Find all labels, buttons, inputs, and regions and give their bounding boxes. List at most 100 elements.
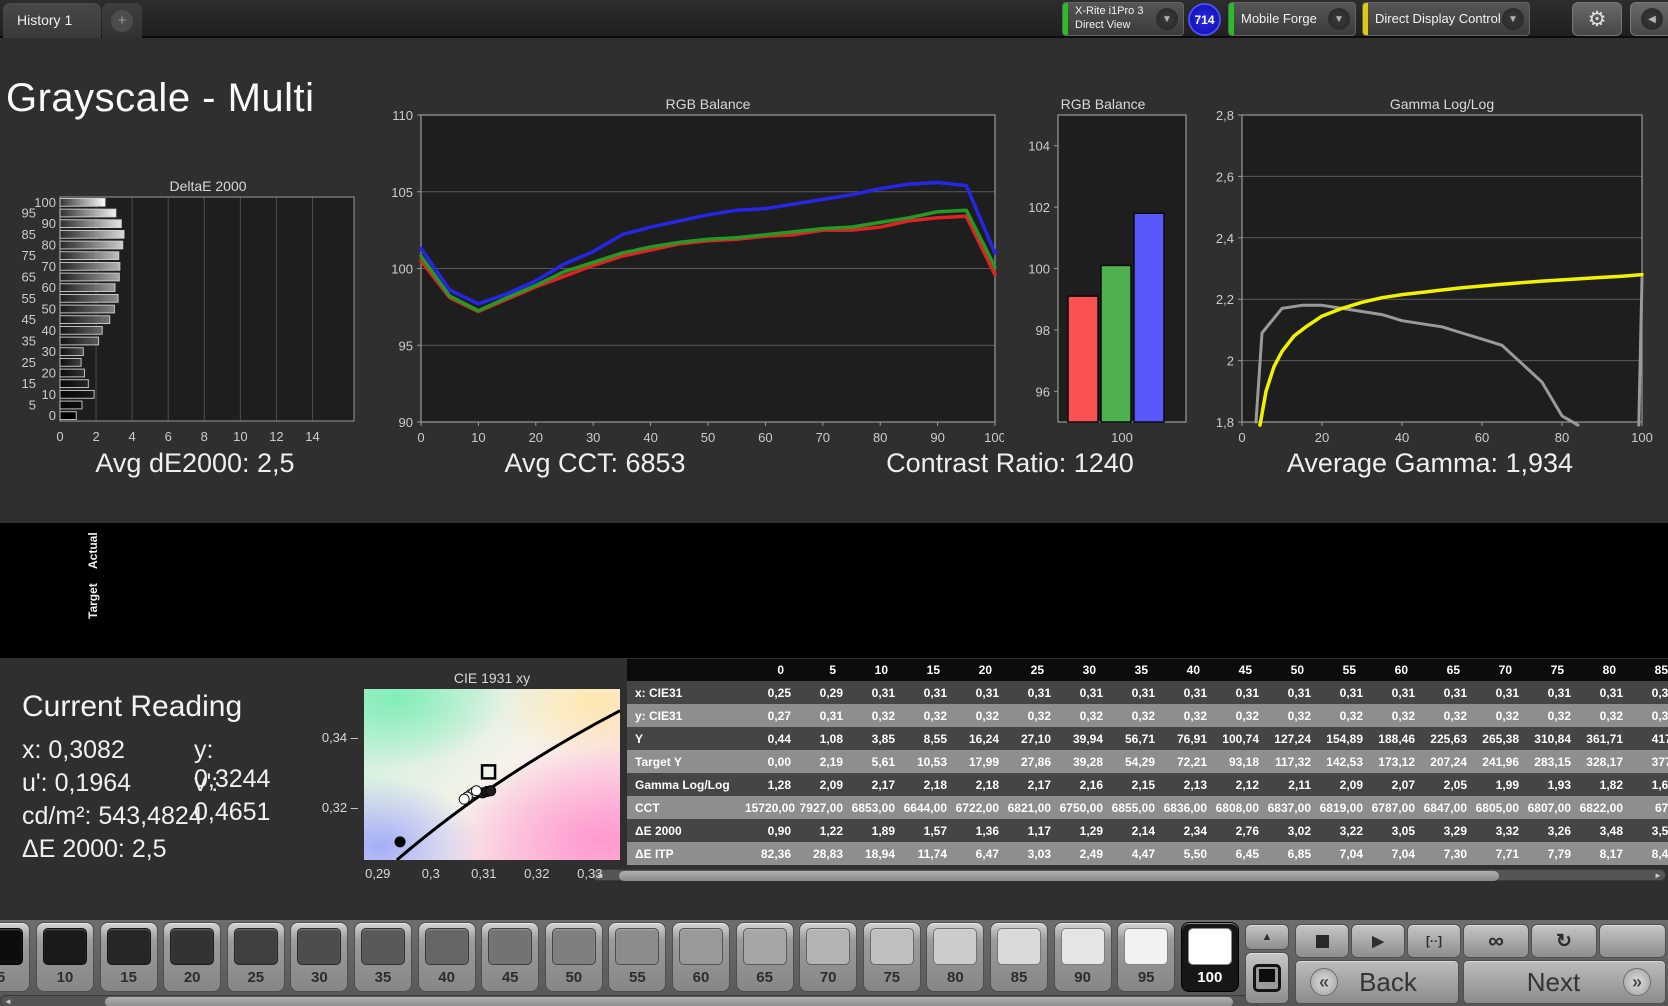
scroll-up-button[interactable]: ▲ bbox=[1245, 924, 1289, 950]
level-swatch bbox=[869, 928, 914, 965]
level-scrollbar[interactable]: ◄ ► bbox=[0, 995, 1260, 1006]
svg-text:80: 80 bbox=[1555, 430, 1569, 445]
table-cell: 6,85 bbox=[1287, 846, 1311, 861]
level-button-40[interactable]: 40 bbox=[417, 922, 476, 992]
level-swatch bbox=[43, 928, 87, 965]
table-cell: 6750,00 bbox=[1059, 800, 1103, 815]
page-title: Grayscale - Multi bbox=[6, 76, 315, 120]
level-button-75[interactable]: 75 bbox=[862, 922, 921, 992]
level-button-70[interactable]: 70 bbox=[799, 922, 858, 992]
level-button-95[interactable]: 95 bbox=[1117, 922, 1176, 992]
transport-refresh-button[interactable]: ↻ bbox=[1531, 924, 1597, 958]
level-button-80[interactable]: 80 bbox=[926, 922, 985, 992]
svg-text:100: 100 bbox=[391, 262, 413, 277]
table-row: ΔE 2000 0,90 1,22 1,89 1,57 1,36 1,17 1,29 2,14 2… bbox=[627, 819, 1668, 842]
reading-luminance: cd/m²: 543,4824 bbox=[22, 802, 203, 830]
scroll-right-icon[interactable]: ► bbox=[1651, 870, 1665, 882]
table-row: CCT 15720,00 7927,00 6853,00 6644,00 6722,00 6… bbox=[627, 796, 1668, 819]
svg-text:30: 30 bbox=[42, 344, 56, 359]
table-cell: 6821,00 bbox=[1007, 800, 1051, 815]
svg-text:100: 100 bbox=[1111, 430, 1133, 445]
transport-step-button[interactable]: [··] bbox=[1407, 924, 1461, 958]
transport-play-button[interactable]: ▶ bbox=[1351, 924, 1405, 958]
table-cell: 5,61 bbox=[871, 754, 895, 769]
level-button-25[interactable]: 25 bbox=[226, 922, 285, 992]
table-cell: 2,19 bbox=[819, 754, 843, 769]
back-button[interactable]: « Back bbox=[1295, 960, 1459, 1004]
table-cell: 0,31 bbox=[1131, 685, 1155, 700]
transport-blank-button[interactable] bbox=[1599, 924, 1666, 958]
table-cell: 8,17 bbox=[1599, 846, 1623, 861]
level-button-50[interactable]: 50 bbox=[544, 922, 603, 992]
table-cell: 1,36 bbox=[975, 823, 999, 838]
svg-text:8: 8 bbox=[201, 429, 208, 444]
pattern-window-button[interactable] bbox=[1245, 952, 1289, 1004]
level-button-55[interactable]: 55 bbox=[608, 922, 667, 992]
transport-stop-button[interactable] bbox=[1295, 924, 1349, 958]
level-button-35[interactable]: 35 bbox=[354, 922, 412, 992]
level-swatch bbox=[361, 928, 405, 965]
table-cell: 2,18 bbox=[975, 777, 999, 792]
avg-cct-stat: Avg CCT: 6853 bbox=[504, 448, 686, 478]
next-button-label: Next bbox=[1526, 966, 1581, 997]
level-button-label: 65 bbox=[756, 969, 773, 986]
level-button-60[interactable]: 60 bbox=[672, 922, 730, 992]
svg-text:90: 90 bbox=[399, 415, 413, 430]
current-reading-title: Current Reading bbox=[22, 690, 243, 723]
collapse-panel-button[interactable]: ◀ bbox=[1630, 2, 1668, 36]
reading-de2000: ΔE 2000: 2,5 bbox=[22, 835, 167, 863]
table-cell: 6644,00 bbox=[903, 800, 947, 815]
svg-text:2,2: 2,2 bbox=[1216, 292, 1234, 307]
next-button[interactable]: Next » bbox=[1463, 960, 1666, 1004]
svg-text:15: 15 bbox=[22, 376, 36, 391]
svg-text:80: 80 bbox=[873, 430, 887, 445]
level-button-10[interactable]: 10 bbox=[36, 922, 94, 992]
level-button-label: 75 bbox=[883, 969, 901, 986]
table-cell: 310,84 bbox=[1534, 731, 1571, 746]
table-cell: 93,18 bbox=[1228, 754, 1259, 769]
table-cell: 0,31 bbox=[923, 685, 947, 700]
table-cell: 2,16 bbox=[1079, 777, 1103, 792]
level-button-85[interactable]: 85 bbox=[990, 922, 1048, 992]
cie-x-tick: 0,32 bbox=[524, 866, 550, 881]
level-swatch bbox=[679, 928, 723, 965]
settings-button[interactable]: ⚙ bbox=[1572, 2, 1622, 36]
level-button-15[interactable]: 15 bbox=[99, 922, 158, 992]
chevron-down-icon: ▼ bbox=[1502, 8, 1524, 30]
rgb-balance-line-chart: 90 95 100 105 110 0 10 20 30 40 50 60 70 80 90 100 bbox=[391, 108, 1004, 445]
table-cell: 2,15 bbox=[1131, 777, 1155, 792]
table-cell: 0,31 bbox=[1391, 685, 1415, 700]
meter-dropdown[interactable]: X-Rite i1Pro 3 Direct View ▼ bbox=[1062, 2, 1184, 36]
level-button-5[interactable]: 5 bbox=[0, 922, 30, 992]
display-control-dropdown[interactable]: Direct Display Control ▼ bbox=[1362, 2, 1530, 36]
pattern-dropdown-label: Mobile Forge bbox=[1241, 10, 1317, 26]
add-tab-button[interactable]: + bbox=[102, 3, 142, 38]
level-button-20[interactable]: 20 bbox=[163, 922, 222, 992]
scroll-left-icon[interactable]: ◄ bbox=[1, 996, 15, 1006]
level-button-label: 15 bbox=[120, 969, 137, 986]
table-cell: 6,47 bbox=[975, 846, 999, 861]
level-button-65[interactable]: 65 bbox=[735, 922, 794, 992]
svg-text:25: 25 bbox=[22, 355, 36, 370]
level-button-45[interactable]: 45 bbox=[481, 922, 540, 992]
history-tab[interactable]: History 1 bbox=[3, 3, 101, 38]
table-column-header: 25 bbox=[1030, 663, 1044, 677]
scrollbar-thumb[interactable] bbox=[105, 997, 1233, 1006]
svg-text:65: 65 bbox=[22, 270, 36, 285]
table-scrollbar[interactable]: ◄ ► bbox=[592, 869, 1666, 881]
meter-count-badge[interactable]: 714 bbox=[1188, 3, 1221, 36]
table-row-label: CCT bbox=[635, 800, 660, 815]
measurement-table: 0 5 10 15 20 25 30 35 40 45 50 55 60 65 70 75 80 85 x: CIE… bbox=[627, 659, 1668, 866]
table-cell: 8,47 bbox=[1651, 846, 1668, 861]
level-button-90[interactable]: 90 bbox=[1053, 922, 1112, 992]
table-cell: 16,24 bbox=[968, 731, 999, 746]
stop-icon bbox=[1315, 934, 1329, 948]
level-button-100[interactable]: 100 bbox=[1180, 922, 1239, 992]
pattern-source-dropdown[interactable]: Mobile Forge ▼ bbox=[1228, 2, 1356, 36]
loop-icon: ∞ bbox=[1488, 928, 1504, 953]
table-cell: 0,32 bbox=[1183, 708, 1207, 723]
level-button-30[interactable]: 30 bbox=[290, 922, 349, 992]
transport-loop-button[interactable]: ∞ bbox=[1463, 924, 1529, 958]
table-cell: 6836,00 bbox=[1163, 800, 1207, 815]
scrollbar-thumb[interactable] bbox=[619, 871, 1499, 881]
